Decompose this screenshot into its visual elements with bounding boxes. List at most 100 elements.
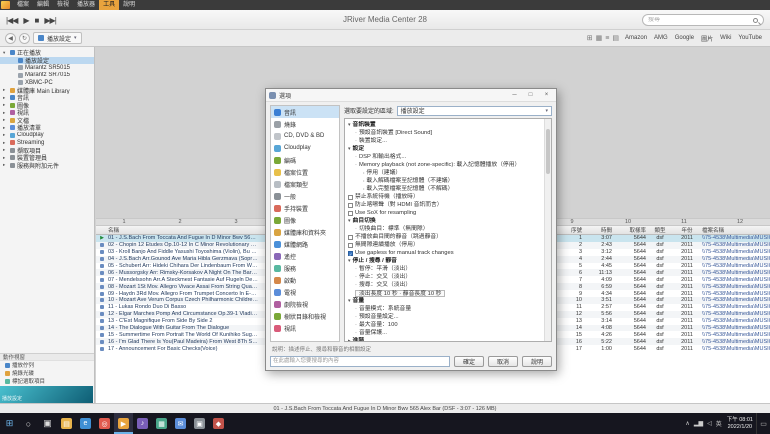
category-item[interactable]: Cloudplay	[271, 142, 339, 154]
maximize-button[interactable]: □	[524, 92, 537, 98]
category-item[interactable]: 啟動	[271, 274, 339, 286]
dialog-title-bar[interactable]: 選項 ─ □ ×	[266, 89, 556, 102]
cancel-button[interactable]: 取消	[488, 356, 518, 367]
sidebar-item[interactable]: ▸ 媒體庫 Main Library	[0, 87, 94, 95]
back-button[interactable]: ◀	[5, 33, 16, 44]
menu-item[interactable]: 檔案	[13, 0, 33, 10]
view-toggle-icon[interactable]: ▤	[612, 34, 619, 42]
settings-line[interactable]: 載入解碼檔案至記憶體（不建議）	[348, 177, 542, 185]
web-link[interactable]: Amazon	[622, 35, 650, 41]
minimize-button[interactable]: ─	[508, 92, 521, 98]
close-icon[interactable]: ×	[540, 92, 553, 98]
web-link[interactable]: YouTube	[735, 35, 765, 41]
expand-icon[interactable]: ▸	[3, 147, 8, 153]
settings-line[interactable]: 預設音訊裝置 [Direct Sound]	[348, 129, 542, 137]
checkbox[interactable]	[348, 203, 353, 208]
player-display[interactable]: 播放設定	[0, 386, 93, 403]
checkbox[interactable]	[348, 243, 353, 248]
view-toggle-icon[interactable]: ⊞	[587, 34, 593, 42]
settings-line[interactable]: 裝置設定...	[348, 137, 542, 145]
play-button[interactable]: ▶	[23, 16, 28, 25]
search-input[interactable]	[648, 17, 753, 23]
tray-icon[interactable]: 英	[716, 419, 722, 428]
zone-tab[interactable]: 播放設定	[33, 32, 82, 44]
settings-line[interactable]: 無間隙連續播放（停用）	[348, 241, 542, 249]
taskbar-app-icon[interactable]: ◎	[95, 413, 114, 434]
taskbar-app-icon[interactable]: ▤	[57, 413, 76, 434]
settings-line[interactable]: 載入完整檔案至記憶體（不解碼）	[348, 185, 542, 193]
settings-line[interactable]: 進階	[348, 337, 542, 342]
category-item[interactable]: 劇院檢視	[271, 298, 339, 310]
taskbar-app-icon[interactable]: ♪	[133, 413, 152, 434]
taskbar-app-icon[interactable]: ◆	[209, 413, 228, 434]
expand-icon[interactable]: ▸	[3, 162, 8, 168]
expand-icon[interactable]: ▸	[3, 155, 8, 161]
zone-select[interactable]: 播放設定	[397, 106, 552, 116]
previous-button[interactable]: |◀◀	[6, 16, 17, 25]
settings-line[interactable]: Memory playback (not zone-specific): 載入記…	[348, 161, 542, 169]
menu-item[interactable]: 播放器	[73, 0, 99, 10]
view-toggle-icon[interactable]: ▦	[596, 34, 603, 42]
column-year[interactable]: 年份	[672, 226, 702, 234]
settings-line[interactable]: 禁止系統待機（播放時）	[348, 193, 542, 201]
settings-line[interactable]: 設定	[348, 145, 542, 153]
sidebar-item[interactable]: ▸ 文檔	[0, 117, 94, 125]
category-item[interactable]: 檔案類型	[271, 178, 339, 190]
sidebar-item[interactable]: ▸ Cloudplay	[0, 132, 94, 140]
column-samplerate[interactable]: 取樣率	[614, 226, 648, 234]
web-link[interactable]: AMG	[651, 35, 671, 41]
search-box[interactable]	[642, 14, 764, 26]
category-item[interactable]: 媒體網路	[271, 238, 339, 250]
action-item[interactable]: 標記選取項目	[0, 377, 94, 385]
category-item[interactable]: 編碼	[271, 154, 339, 166]
settings-line[interactable]: 音量模式：系統音量	[348, 305, 542, 313]
category-item[interactable]: 媒體庫和資料夾	[271, 226, 339, 238]
taskbar-app-icon[interactable]: ▶	[114, 413, 133, 434]
refresh-button[interactable]: ↻	[19, 33, 30, 44]
category-item[interactable]: 手持裝置	[271, 202, 339, 214]
help-button[interactable]: 說明	[522, 356, 552, 367]
taskbar-search-icon[interactable]: ○	[19, 413, 38, 434]
column-name[interactable]: 名稱	[108, 226, 258, 234]
tray-icon[interactable]: ∧	[685, 420, 689, 427]
sidebar-item[interactable]: ▸ 音訊	[0, 94, 94, 102]
expand-icon[interactable]: ▸	[3, 132, 8, 138]
settings-line[interactable]: 音量	[348, 297, 542, 305]
settings-line[interactable]: 搜尋：交叉（淡出）	[348, 281, 542, 289]
sidebar-item[interactable]: Marantz SR5015	[0, 64, 94, 72]
settings-line[interactable]: Use SoX for resampling	[348, 209, 542, 217]
menu-item[interactable]: 檢視	[53, 0, 73, 10]
sidebar-item[interactable]: ▸ 視訊	[0, 109, 94, 117]
expand-icon[interactable]: ▸	[3, 140, 8, 146]
expand-icon[interactable]: ▸	[3, 117, 8, 123]
action-item[interactable]: 播放佇列	[0, 361, 94, 369]
settings-line[interactable]: 停止：交叉（淡出）	[348, 273, 542, 281]
ok-button[interactable]: 確定	[454, 356, 484, 367]
settings-line[interactable]: 預設音量設定...	[348, 313, 542, 321]
category-item[interactable]: 燒錄	[271, 118, 339, 130]
menu-item[interactable]: 編輯	[33, 0, 53, 10]
expand-icon[interactable]: ▾	[3, 50, 8, 56]
column-duration[interactable]: 時間	[584, 226, 614, 234]
settings-line[interactable]: 停用（建議）	[348, 169, 542, 177]
sidebar-item[interactable]: 播放設定	[0, 57, 94, 65]
tray-icon[interactable]: ◁	[707, 420, 712, 427]
expand-icon[interactable]: ▸	[3, 87, 8, 93]
sidebar-item[interactable]: ▸ 裝置管理員	[0, 154, 94, 162]
view-toggle-icon[interactable]: ≡	[605, 35, 609, 42]
sidebar-item[interactable]: Marantz SR7015	[0, 72, 94, 80]
settings-line[interactable]: Use gapless for manual track changes	[348, 249, 542, 257]
taskbar-app-icon[interactable]: e	[76, 413, 95, 434]
settings-line[interactable]: 音量保護...	[348, 329, 542, 337]
taskbar-app-icon[interactable]: ▣	[190, 413, 209, 434]
expand-icon[interactable]: ▸	[3, 110, 8, 116]
sidebar-item[interactable]: ▸ 播放清單	[0, 124, 94, 132]
web-link[interactable]: 圖片	[698, 34, 716, 43]
checkbox[interactable]	[348, 251, 353, 256]
checkbox[interactable]	[348, 195, 353, 200]
scrollbar[interactable]	[544, 119, 551, 341]
menu-item[interactable]: 說明	[119, 0, 139, 10]
settings-line[interactable]: DSP 和輸出格式...	[348, 153, 542, 161]
settings-line[interactable]: 音訊裝置	[348, 121, 542, 129]
options-search-input[interactable]	[270, 356, 450, 367]
